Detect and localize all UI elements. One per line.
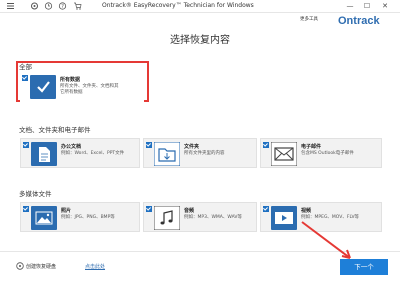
card-desc-line2: 它所有数据	[60, 90, 83, 95]
card-desc: 所有文件夹里的内容	[184, 151, 225, 156]
card-folders[interactable]: 文件夹 所有文件夹里的内容	[143, 138, 257, 168]
card-title: 电子邮件	[301, 144, 322, 150]
document-icon	[31, 142, 57, 166]
disk-icon[interactable]	[16, 262, 24, 270]
cart-icon[interactable]	[73, 2, 82, 10]
settings-icon[interactable]	[30, 2, 39, 10]
clock-icon[interactable]	[44, 2, 53, 10]
page-title: 选择恢复内容	[170, 35, 230, 46]
card-email[interactable]: 电子邮件 包含MS Outlook电子邮件	[260, 138, 382, 168]
folder-icon	[154, 142, 180, 166]
title-bar: ? Ontrack® EasyRecovery™ Technician for …	[0, 0, 400, 12]
create-recovery-disk-link[interactable]: 创建恢复硬盘	[26, 263, 56, 270]
card-desc: 例如：JPG、PNG、BMP等	[61, 215, 115, 220]
checkbox-all-data[interactable]	[22, 75, 28, 81]
svg-text:?: ?	[61, 4, 64, 10]
window-title: Ontrack® EasyRecovery™ Technician for Wi…	[102, 2, 254, 9]
check-icon	[30, 75, 56, 99]
section-label-docs: 文档、文件夹和电子邮件	[19, 126, 91, 134]
card-all-data[interactable]: 所有数据 所有文件、文件夹、文档和其 它所有数据	[20, 72, 144, 102]
section-label-media: 多媒体文件	[19, 190, 52, 198]
minimize-button[interactable]: —	[345, 1, 355, 11]
audio-icon	[154, 206, 180, 230]
video-icon	[271, 206, 297, 230]
photo-icon	[31, 206, 57, 230]
close-button[interactable]: ✕	[380, 1, 390, 11]
checkbox-video[interactable]	[263, 206, 269, 212]
email-icon	[271, 142, 297, 166]
card-desc: 例如：MP3、WMA、WAV等	[184, 215, 242, 220]
help-icon[interactable]: ?	[58, 2, 67, 10]
card-office-docs[interactable]: 办公文档 例如：Word、Excel、PPT文件	[20, 138, 140, 168]
checkbox-audio[interactable]	[146, 206, 152, 212]
card-desc: 例如：Word、Excel、PPT文件	[61, 151, 125, 156]
click-here-link[interactable]: 点击此处	[85, 263, 105, 270]
checkbox-folders[interactable]	[146, 142, 152, 148]
next-button[interactable]: 下一个	[340, 259, 388, 275]
more-tools-menu[interactable]: 更多工具	[300, 16, 318, 22]
card-photos[interactable]: 照片 例如：JPG、PNG、BMP等	[20, 202, 140, 232]
checkbox-photos[interactable]	[23, 206, 29, 212]
card-title: 文件夹	[184, 144, 200, 150]
brand-logo: Ontrack	[338, 15, 380, 27]
checkbox-office-docs[interactable]	[23, 142, 29, 148]
maximize-button[interactable]: ☐	[362, 1, 372, 11]
card-audio[interactable]: 音频 例如：MP3、WMA、WAV等	[143, 202, 257, 232]
card-title: 视频	[301, 208, 312, 214]
card-title: 照片	[61, 208, 72, 214]
card-desc: 包含MS Outlook电子邮件	[301, 151, 354, 156]
menu-icon[interactable]	[6, 2, 15, 10]
card-title: 音频	[184, 208, 195, 214]
card-title: 办公文档	[61, 144, 82, 150]
checkbox-email[interactable]	[263, 142, 269, 148]
card-title: 所有数据	[60, 77, 81, 83]
